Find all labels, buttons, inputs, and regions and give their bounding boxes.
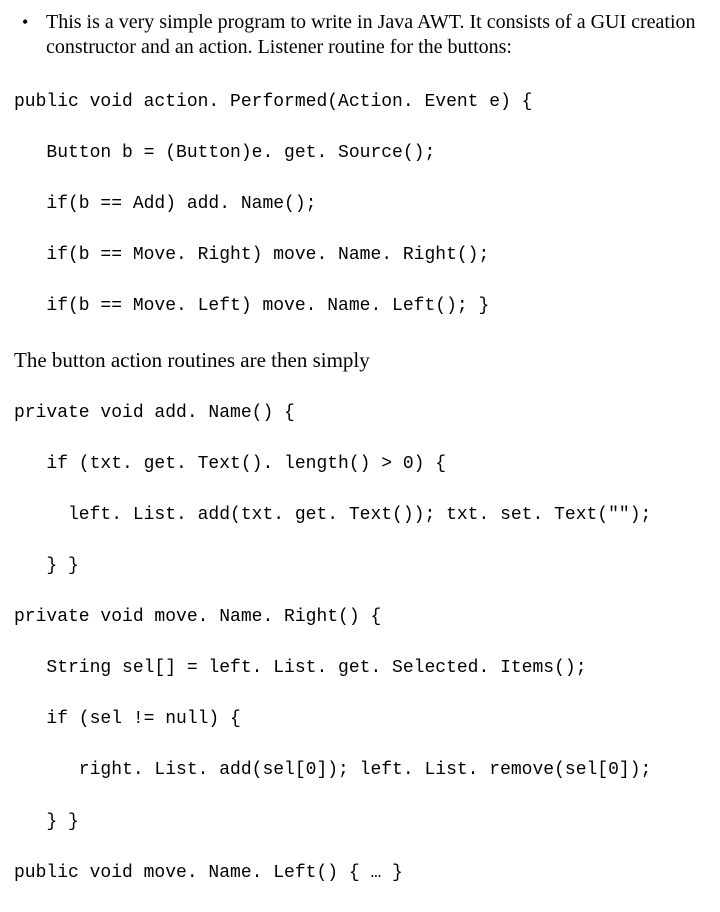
code-line: Button b = (Button)e. get. Source();	[14, 141, 706, 167]
code-line: } }	[14, 554, 706, 580]
code-line: if(b == Add) add. Name();	[14, 192, 706, 218]
code-line: } }	[14, 810, 706, 836]
code-line: if(b == Move. Left) move. Name. Left(); …	[14, 294, 706, 320]
code-block-1: public void action. Performed(Action. Ev…	[14, 64, 706, 345]
code-line: if (txt. get. Text(). length() > 0) {	[14, 452, 706, 478]
body-paragraph: The button action routines are then simp…	[14, 347, 706, 373]
code-line: left. List. add(txt. get. Text()); txt. …	[14, 503, 706, 529]
code-line: private void add. Name() {	[14, 401, 706, 427]
code-line: if (sel != null) {	[14, 707, 706, 733]
bullet-item: • This is a very simple program to write…	[14, 10, 706, 60]
code-line: String sel[] = left. List. get. Selected…	[14, 656, 706, 682]
code-block-2: private void add. Name() { if (txt. get.…	[14, 375, 706, 911]
code-line: if(b == Move. Right) move. Name. Right()…	[14, 243, 706, 269]
bullet-dot-icon: •	[14, 10, 46, 34]
bullet-text: This is a very simple program to write i…	[46, 10, 706, 60]
code-line: public void move. Name. Left() { … }	[14, 861, 706, 887]
code-line: private void move. Name. Right() {	[14, 605, 706, 631]
code-line: public void action. Performed(Action. Ev…	[14, 90, 706, 116]
code-line: right. List. add(sel[0]); left. List. re…	[14, 758, 706, 784]
